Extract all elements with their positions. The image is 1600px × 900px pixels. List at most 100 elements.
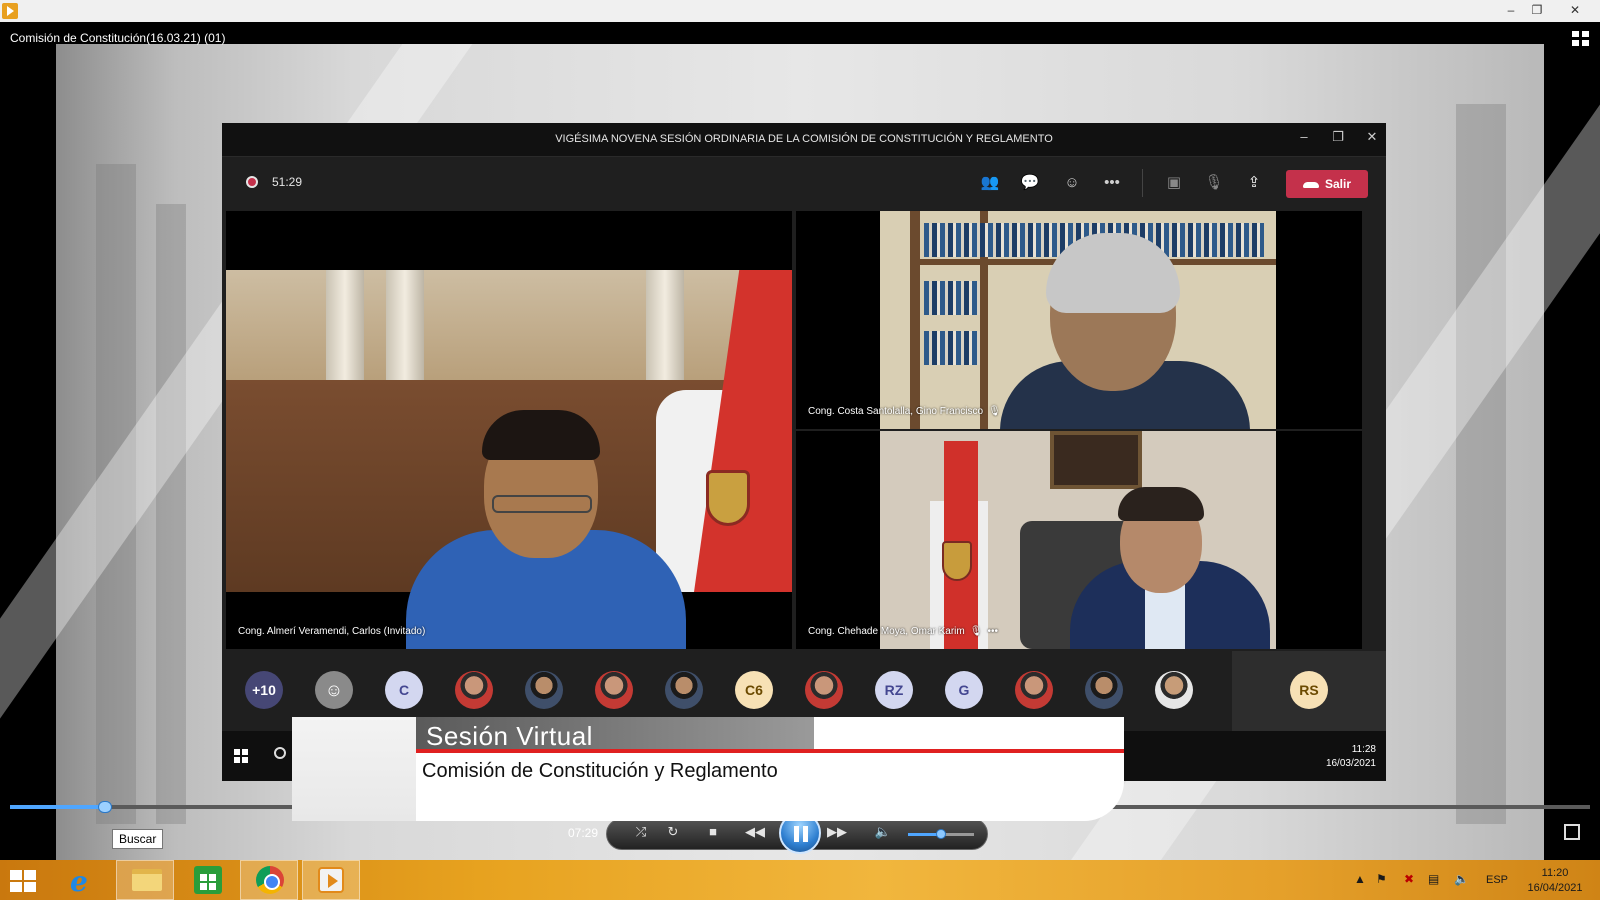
participant-name: Cong. Chehade Moya, Omar Karim <box>808 626 965 637</box>
participant-avatar: C <box>385 671 423 709</box>
teams-meeting-toolbar: 51:29 👥 💬 ☺ ••• ▣ 🎙 ⇪ Salir <box>222 157 1386 209</box>
internet-explorer-icon[interactable]: e <box>70 865 88 898</box>
next-icon[interactable]: ▶▶ <box>826 824 848 840</box>
teams-close-icon: ✕ <box>1366 129 1378 144</box>
participant-avatar <box>1155 671 1193 709</box>
teams-titlebar: VIGÉSIMA NOVENA SESIÓN ORDINARIA DE LA C… <box>222 123 1386 157</box>
video-tile-3: Cong. Chehade Moya, Omar Karim 🎙 ••• <box>796 431 1362 649</box>
chrome-icon[interactable] <box>256 866 284 894</box>
teams-restore-icon: ❐ <box>1332 129 1344 144</box>
repeat-icon[interactable]: ↻ <box>662 824 684 840</box>
self-view-tile: RS <box>1232 651 1386 731</box>
participants-icon: 👥 <box>980 174 1000 191</box>
media-title: Comisión de Constitución(16.03.21) (01) <box>10 31 226 45</box>
participant-name: Cong. Costa Santolalla, Gino Francisco <box>808 406 984 417</box>
coat-of-arms-icon <box>942 541 972 581</box>
previous-icon[interactable]: ◀◀ <box>744 824 766 840</box>
more-participants-badge: +10 <box>245 671 283 709</box>
player-window-titlebar: – ❐ ✕ <box>0 0 1600 22</box>
participant-avatar: RZ <box>875 671 913 709</box>
leave-label: Salir <box>1324 177 1351 191</box>
media-player-app-icon <box>2 3 18 19</box>
overlay-accent-line <box>416 749 1124 753</box>
inner-clock: 11:28 16/03/2021 <box>1326 743 1376 771</box>
overlay-subtitle: Comisión de Constitución y Reglamento <box>422 760 778 782</box>
hang-up-icon <box>1302 181 1319 188</box>
elapsed-time: 07:29 <box>568 826 599 840</box>
participant-avatar: ☺ <box>315 671 353 709</box>
clock-date: 16/04/2021 <box>1527 882 1583 894</box>
participant-avatar: G <box>945 671 983 709</box>
self-avatar: RS <box>1290 671 1328 709</box>
volume-thumb[interactable] <box>936 829 946 839</box>
participant-avatar <box>665 671 703 709</box>
network-icon[interactable]: ▤ <box>1428 872 1439 886</box>
stop-icon[interactable]: ■ <box>702 824 724 839</box>
start-button[interactable] <box>10 870 38 892</box>
seek-tooltip: Buscar <box>112 829 164 849</box>
participant-initials: +10 <box>252 682 276 698</box>
speaker-icon[interactable]: 🔈 <box>1454 872 1469 886</box>
minimize-button[interactable]: – <box>1498 0 1524 22</box>
meeting-duration: 51:29 <box>272 175 303 189</box>
teams-minimize-icon: – <box>1300 129 1308 144</box>
self-initials: RS <box>1299 682 1319 698</box>
recording-icon <box>246 176 258 188</box>
participant-name-label: Cong. Chehade Moya, Omar Karim 🎙 ••• <box>808 626 998 637</box>
inner-clock-time: 11:28 <box>1351 744 1376 755</box>
inner-clock-date: 16/03/2021 <box>1325 758 1376 769</box>
mic-off-icon: 🎙 <box>1204 174 1224 191</box>
participant-initials: G <box>958 682 970 698</box>
participant-avatar: C6 <box>735 671 773 709</box>
participant-video <box>880 431 1276 649</box>
close-button[interactable]: ✕ <box>1550 0 1600 22</box>
chat-icon: 💬 <box>1020 174 1040 191</box>
lower-third-overlay: Sesión Virtual Comisión de Constitución … <box>292 717 1124 821</box>
network-error-icon[interactable]: ✖ <box>1404 872 1414 886</box>
file-explorer-icon[interactable] <box>132 869 162 891</box>
participant-avatar <box>805 671 843 709</box>
action-center-icon[interactable]: ⚑ <box>1376 872 1387 886</box>
store-icon[interactable] <box>194 866 222 894</box>
windows-taskbar: e ▲ ⚑ ✖ ▤ 🔈 ESP 11:20 16/04/2021 <box>0 860 1600 900</box>
switch-layout-icon[interactable] <box>1572 31 1590 47</box>
camera-off-icon: ▣ <box>1166 174 1182 191</box>
video-tile-1: Cong. Almerí Veramendi, Carlos (Invitado… <box>226 211 792 649</box>
windows-start-icon <box>234 749 248 763</box>
mic-muted-icon: 🎙 <box>988 406 1001 417</box>
seek-progress <box>10 805 105 809</box>
volume-slider[interactable] <box>908 829 974 839</box>
pause-icon <box>794 826 799 842</box>
participant-avatar <box>525 671 563 709</box>
participant-avatar <box>455 671 493 709</box>
media-player-icon[interactable] <box>318 867 344 893</box>
leave-button: Salir <box>1286 170 1368 198</box>
toolbar-divider <box>1142 169 1143 197</box>
reactions-icon: ☺ <box>1064 174 1080 191</box>
language-indicator[interactable]: ESP <box>1486 874 1508 886</box>
overlay-title: Sesión Virtual <box>426 721 593 751</box>
mic-muted-icon: 🎙 <box>969 626 983 637</box>
participant-avatar <box>595 671 633 709</box>
volume-icon[interactable]: 🔈 <box>872 824 894 840</box>
switch-to-library-icon[interactable] <box>1564 824 1580 840</box>
meeting-title: VIGÉSIMA NOVENA SESIÓN ORDINARIA DE LA C… <box>555 133 1053 145</box>
speaker-video <box>226 270 792 649</box>
search-icon <box>274 747 286 759</box>
participant-initials: C6 <box>745 682 763 698</box>
more-options-icon: ••• <box>987 626 998 637</box>
share-icon: ⇪ <box>1247 174 1261 191</box>
system-clock[interactable]: 11:20 16/04/2021 <box>1522 866 1588 896</box>
participant-name-label: Cong. Costa Santolalla, Gino Francisco 🎙 <box>808 406 1001 417</box>
show-hidden-icons-icon[interactable]: ▲ <box>1354 872 1366 886</box>
video-tile-2: Cong. Costa Santolalla, Gino Francisco 🎙 <box>796 211 1362 429</box>
clock-time: 11:20 <box>1541 867 1569 879</box>
restore-button[interactable]: ❐ <box>1524 0 1550 22</box>
participant-initials: C <box>398 682 410 698</box>
participant-name-label: Cong. Almerí Veramendi, Carlos (Invitado… <box>238 626 426 637</box>
shuffle-icon[interactable]: ⤮ <box>630 824 652 840</box>
coat-of-arms-icon <box>706 470 750 526</box>
participant-video <box>880 211 1276 429</box>
participant-initials: RZ <box>884 682 904 698</box>
video-area[interactable]: VIGÉSIMA NOVENA SESIÓN ORDINARIA DE LA C… <box>0 22 1600 860</box>
